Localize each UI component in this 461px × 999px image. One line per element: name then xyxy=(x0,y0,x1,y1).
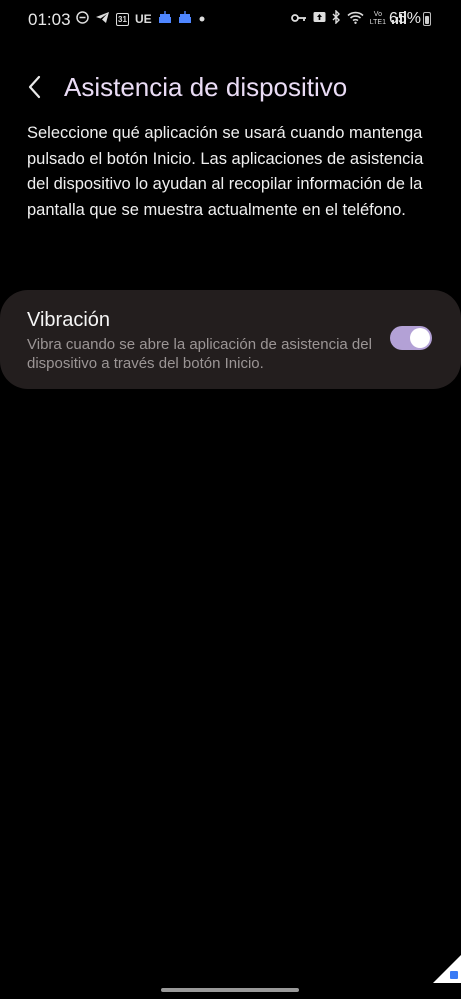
status-bar: 01:03 31 UE Vo LTE1 65% xyxy=(0,0,461,40)
upload-icon xyxy=(313,11,326,27)
telegram-icon xyxy=(95,11,110,28)
page-title: Asistencia de dispositivo xyxy=(64,72,348,102)
ue-icon: UE xyxy=(135,12,152,26)
battery-percentage: 65% xyxy=(388,10,421,27)
chevron-left-icon xyxy=(28,75,41,99)
vibration-setting[interactable]: Vibración Vibra cuando se abre la aplica… xyxy=(0,290,461,389)
home-indicator[interactable] xyxy=(161,988,299,992)
corner-edge-tab[interactable] xyxy=(433,955,461,983)
header: Asistencia de dispositivo xyxy=(0,60,461,115)
battery-level xyxy=(425,16,429,24)
battery-icon xyxy=(423,12,431,26)
cake-icon xyxy=(178,10,192,28)
description-text: Seleccione qué aplicación se usará cuand… xyxy=(27,124,424,219)
dot-icon xyxy=(198,11,206,27)
wifi-icon xyxy=(347,11,364,28)
vibration-title: Vibración xyxy=(27,309,111,331)
corner-shortcut-icon xyxy=(433,955,461,983)
toggle-knob xyxy=(410,328,430,348)
key-icon xyxy=(290,11,307,27)
back-button[interactable] xyxy=(20,72,50,102)
vibration-subtitle: Vibra cuando se abre la aplicación de as… xyxy=(27,336,372,372)
calendar-icon: 31 xyxy=(116,12,129,26)
cake-icon xyxy=(158,10,172,28)
dnd-icon xyxy=(76,10,89,28)
notification-icons: 31 UE xyxy=(76,10,206,28)
vibration-toggle[interactable] xyxy=(390,326,432,350)
status-time: 01:03 xyxy=(28,10,71,29)
volte-icon: Vo LTE1 xyxy=(369,11,386,26)
bluetooth-icon xyxy=(332,9,341,28)
